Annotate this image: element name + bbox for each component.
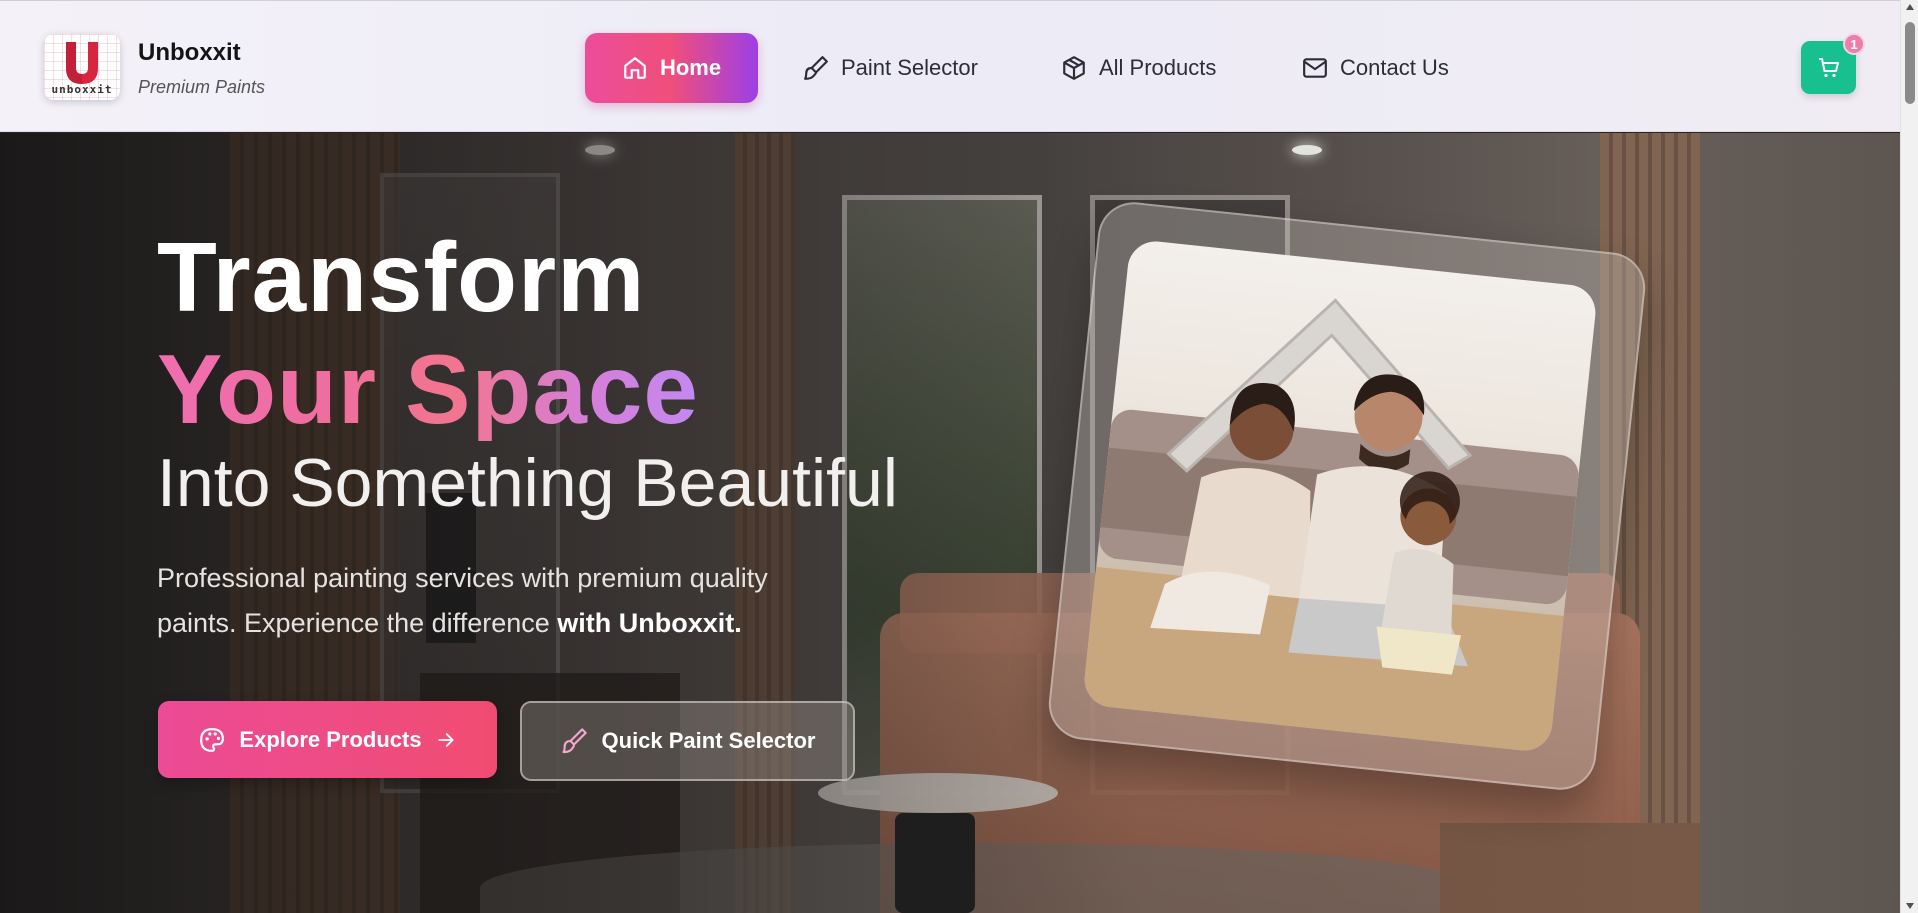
page-scrollbar[interactable] [1900,0,1918,913]
nav-item-home[interactable]: Home [585,33,758,103]
scroll-up-arrow[interactable] [1906,4,1914,10]
hero-title-line3: Into Something Beautiful [157,445,898,521]
mail-icon [1303,58,1327,78]
nav-item-contact-us[interactable]: Contact Us [1302,33,1449,103]
logo-wordmark: unboxxit [51,83,113,96]
nav-item-label: Home [659,55,722,80]
home-icon [624,57,646,79]
paint-brush-icon [804,56,828,80]
nav-item-label: Paint Selector [841,55,978,80]
hero-title-line2: Your Space [157,334,699,444]
hero-family-photo [1081,238,1599,754]
hero-title-line1: Transform [157,222,646,332]
brand-name[interactable]: Unboxxit [138,39,241,67]
brand-tagline: Premium Paints [138,77,266,97]
quick-paint-selector-button[interactable]: Quick Paint Selector [520,701,855,781]
top-navbar: unboxxit Unboxxit Premium Paints Home Pa… [0,0,1900,132]
cart-count-badge: 1 [1843,33,1865,55]
logo-u-icon [66,42,98,84]
brand-logo[interactable]: unboxxit [44,34,120,100]
scroll-thumb[interactable] [1905,22,1915,104]
explore-products-label: Explore Products [239,726,422,752]
paint-brush-icon [561,728,587,754]
nav-item-paint-selector[interactable]: Paint Selector [803,33,978,103]
box-icon [1063,56,1085,80]
quick-paint-selector-label: Quick Paint Selector [601,728,816,753]
arrow-right-icon [437,732,454,747]
scroll-down-arrow[interactable] [1906,903,1914,909]
nav-item-label: All Products [1099,55,1217,80]
hero-description-bold: with Unboxxit. [557,608,742,638]
palette-icon [200,727,225,752]
hero-description: Professional painting services with prem… [157,556,837,646]
explore-products-button[interactable]: Explore Products [158,701,497,778]
cart-icon [1818,57,1839,77]
family-house-illustration [1081,298,1579,754]
nav-item-label: Contact Us [1340,55,1449,80]
nav-item-all-products[interactable]: All Products [1061,33,1216,103]
